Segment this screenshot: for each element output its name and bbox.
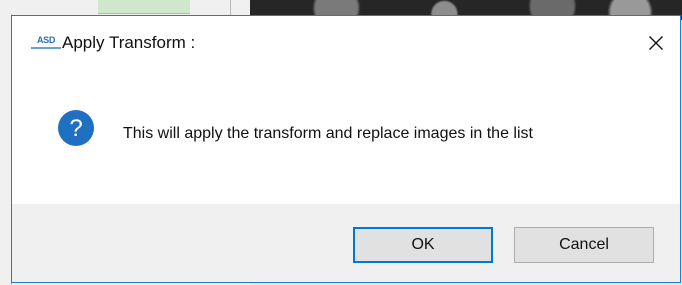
dialog-titlebar[interactable]: ASD Apply Transform :	[12, 16, 680, 70]
svg-text:?: ?	[69, 115, 82, 142]
close-icon	[649, 36, 663, 50]
ok-button[interactable]: OK	[353, 227, 493, 263]
dialog-footer: OK Cancel	[12, 204, 680, 282]
cancel-button[interactable]: Cancel	[514, 227, 654, 263]
dialog-title: Apply Transform :	[62, 33, 196, 52]
question-icon: ?	[58, 110, 94, 146]
background-green-progress-bar	[98, 0, 190, 14]
app-logo-icon: ASD	[31, 35, 61, 49]
dialog-content: ? This will apply the transform and repl…	[12, 70, 680, 204]
close-button[interactable]	[636, 28, 676, 58]
apply-transform-dialog: ASD Apply Transform : ? This will apply …	[11, 15, 681, 283]
dialog-message: This will apply the transform and replac…	[123, 125, 533, 142]
